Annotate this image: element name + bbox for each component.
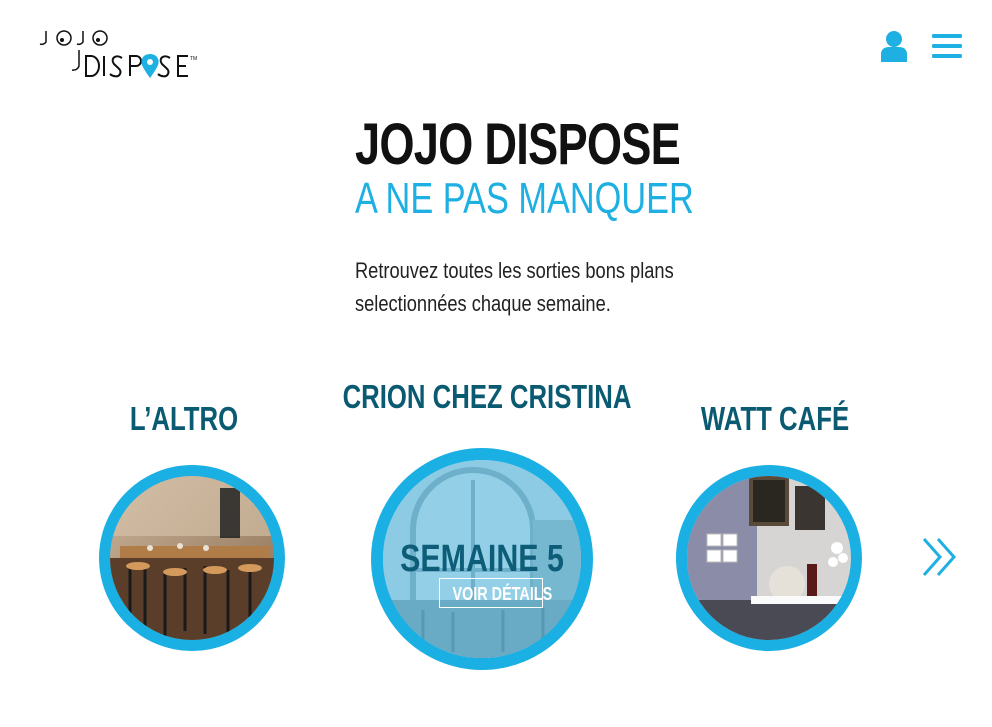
view-details-label: VOIR DÉTAILS [452,584,553,604]
double-chevron-right-icon[interactable] [920,536,960,578]
view-details-button[interactable]: VOIR DÉTAILS [439,578,552,608]
card-image-watt-cafe[interactable] [676,465,862,651]
logo-trademark: TM [190,56,197,62]
page-subtitle: A NE PAS MANQUER [355,174,694,223]
site-logo[interactable]: TM [38,28,198,82]
week-label: SEMAINE 5 [400,538,564,580]
hero-section: JOJO DISPOSE A NE PAS MANQUER Retrouvez … [355,114,775,320]
card-title-watt-cafe[interactable]: WATT CAFÉ [701,400,849,438]
page-title: JOJO DISPOSE [355,112,681,177]
hamburger-menu-icon[interactable] [932,33,962,59]
card-title-crion[interactable]: CRION CHEZ CRISTINA [343,378,632,416]
card-image-crion[interactable]: SEMAINE 5 VOIR DÉTAILS [371,448,593,670]
page-description: Retrouvez toutes les sorties bons plans … [355,258,674,316]
card-hover-overlay: SEMAINE 5 VOIR DÉTAILS [383,460,581,658]
user-icon[interactable] [879,30,909,62]
card-title-laltro[interactable]: L’ALTRO [130,400,238,438]
card-image-laltro[interactable] [99,465,285,651]
